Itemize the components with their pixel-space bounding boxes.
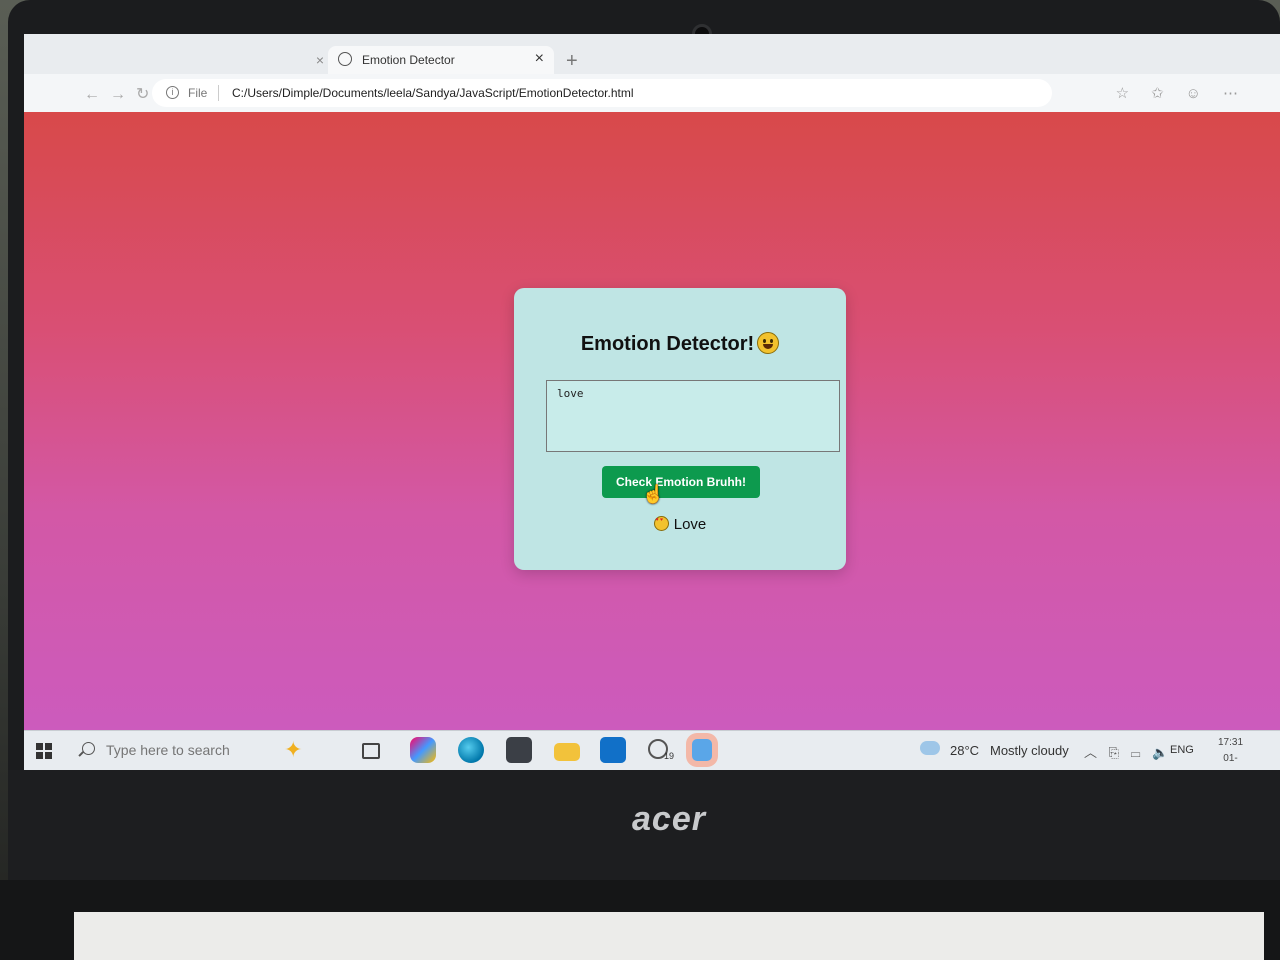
- copilot-sparkle-icon[interactable]: ✦: [284, 737, 302, 763]
- tray-status-icons[interactable]: ︿ ⎘ ▭ 🔈: [1084, 742, 1172, 761]
- weather-description[interactable]: Mostly cloudy: [990, 743, 1069, 758]
- copilot-icon[interactable]: [410, 737, 436, 763]
- globe-icon: [338, 52, 352, 66]
- new-tab-button[interactable]: +: [566, 50, 578, 73]
- file-explorer-icon[interactable]: [554, 743, 580, 761]
- page-body: Emotion Detector! love Check Emotion Bru…: [24, 112, 1280, 730]
- clock-date: 01-08-2025: [1223, 753, 1238, 770]
- address-bar-row: ←→↻ i File C:/Users/Dimple/Documents/lee…: [24, 74, 1280, 113]
- sublime-text-icon[interactable]: [506, 737, 532, 763]
- emotion-input[interactable]: love: [546, 380, 840, 452]
- outlook-icon[interactable]: [600, 737, 626, 763]
- page-title: Emotion Detector!: [514, 332, 846, 356]
- weather-temperature[interactable]: 28°C: [950, 743, 979, 758]
- emotion-result: Love: [514, 516, 846, 533]
- windows-start-icon[interactable]: [36, 743, 52, 759]
- result-text: Love: [673, 516, 707, 533]
- smiley-face-icon: [757, 332, 780, 354]
- emotion-card: Emotion Detector! love Check Emotion Bru…: [514, 288, 846, 570]
- task-view-icon[interactable]: [362, 743, 380, 759]
- paper-sheet: [74, 912, 1264, 960]
- tab-previous[interactable]: ×: [94, 46, 324, 74]
- heart-eyes-icon: [653, 516, 669, 531]
- info-icon[interactable]: i: [166, 86, 179, 99]
- windows-taskbar: ✦ 19 28°C Mostly cloudy ︿ ⎘ ▭ 🔈 ENG 17:3…: [24, 730, 1280, 770]
- acer-logo: acer: [632, 800, 706, 838]
- edge-browser-icon[interactable]: [458, 737, 484, 763]
- search-icon: [82, 742, 95, 755]
- address-prefix: File: [188, 86, 208, 100]
- browser-tab-bar: × Emotion Detector × +: [24, 34, 1280, 74]
- photos-app-icon[interactable]: [692, 739, 712, 761]
- browser-toolbar-icons[interactable]: ☆✩☺⋯: [1116, 84, 1260, 102]
- search-input[interactable]: [104, 741, 268, 759]
- clock[interactable]: 17:31 01-08-2025: [1218, 735, 1243, 770]
- hand-pointer-icon: ☝: [642, 484, 665, 504]
- whatsapp-badge: 19: [664, 751, 675, 761]
- tab-title: Emotion Detector: [362, 53, 455, 67]
- check-emotion-button[interactable]: Check Emotion Bruhh!: [602, 466, 760, 498]
- address-bar[interactable]: i File C:/Users/Dimple/Documents/leela/S…: [152, 79, 1052, 107]
- weather-cloud-icon[interactable]: [920, 741, 940, 755]
- navigation-buttons[interactable]: ←→↻: [84, 84, 159, 104]
- clock-time: 17:31: [1218, 737, 1244, 748]
- tab-close-icon[interactable]: ×: [316, 52, 324, 68]
- tab-emotion-detector[interactable]: Emotion Detector ×: [328, 46, 554, 74]
- laptop-screen: × Emotion Detector × + ←→↻ i File C:/Use…: [24, 34, 1280, 770]
- url-text[interactable]: C:/Users/Dimple/Documents/leela/Sandya/J…: [232, 86, 634, 100]
- tab-close-icon[interactable]: ×: [535, 50, 544, 68]
- address-divider: [218, 85, 219, 101]
- language-indicator[interactable]: ENG: [1170, 744, 1194, 756]
- whatsapp-icon[interactable]: 19: [648, 739, 674, 761]
